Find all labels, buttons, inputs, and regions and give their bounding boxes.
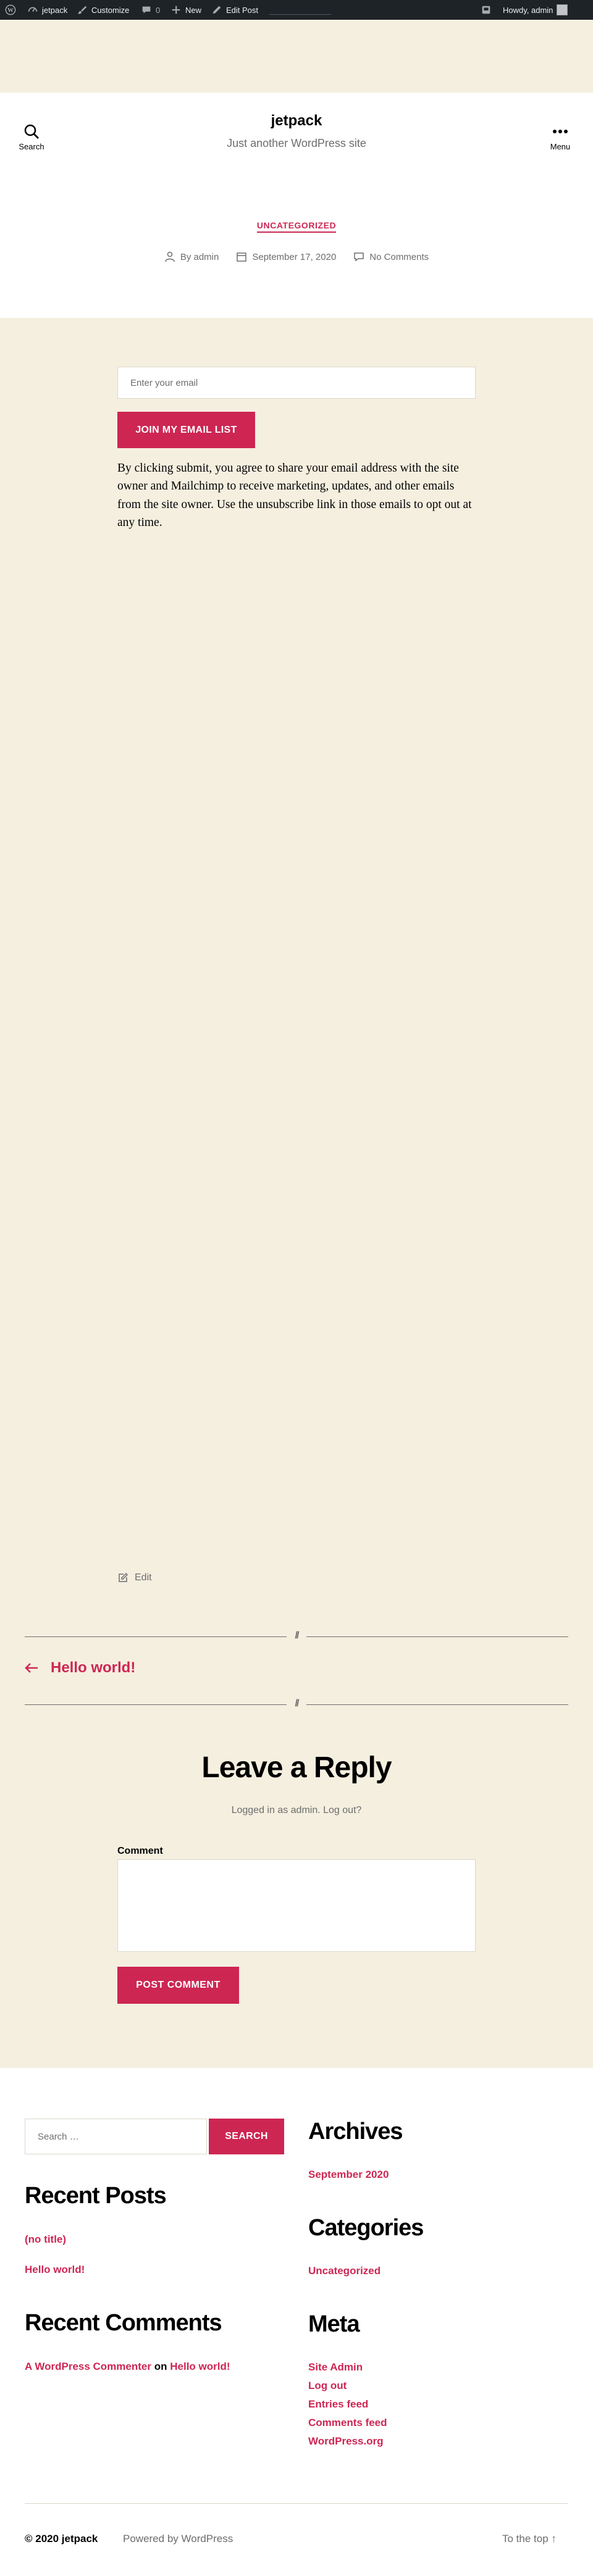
logged-in-text[interactable]: Logged in as admin. Log out? xyxy=(0,1805,593,1816)
meta-entries-feed-link[interactable]: Entries feed xyxy=(308,2398,368,2411)
admin-bar-edit-post[interactable]: Edit Post xyxy=(211,0,258,20)
customize-label: Customize xyxy=(91,5,130,15)
edit-post-label: Edit Post xyxy=(226,5,259,15)
meta-title: Meta xyxy=(308,2311,360,2337)
comment-author-link[interactable]: A WordPress Commenter xyxy=(25,2361,151,2372)
admin-bar-search-field[interactable] xyxy=(269,6,331,15)
meta-log-out-link[interactable]: Log out xyxy=(308,2380,347,2392)
post-comments-label: No Comments xyxy=(369,251,429,262)
recent-comments-title: Recent Comments xyxy=(25,2310,222,2336)
arrow-left-icon xyxy=(25,1663,38,1673)
admin-bar-notifications[interactable] xyxy=(481,0,492,20)
site-name-label: jetpack xyxy=(42,5,68,15)
post-meta: By admin September 17, 2020 No Comments xyxy=(0,251,593,262)
separator-mark: // xyxy=(287,1698,306,1709)
comment-icon xyxy=(354,252,364,262)
footer-search-button[interactable]: SEARCH xyxy=(209,2119,284,2154)
admin-bar-customize[interactable]: Customize xyxy=(77,0,129,20)
menu-toggle-label: Menu xyxy=(550,142,571,151)
wordpress-logo-icon[interactable]: W xyxy=(5,0,16,20)
archive-link[interactable]: September 2020 xyxy=(308,2169,389,2181)
meta-wordpress-org-link[interactable]: WordPress.org xyxy=(308,2435,384,2448)
meta-comments-feed-link[interactable]: Comments feed xyxy=(308,2417,387,2429)
menu-toggle[interactable]: Menu xyxy=(539,123,582,151)
admin-bar-comments[interactable]: 0 xyxy=(141,0,160,20)
footer-divider xyxy=(25,2503,568,2504)
post-author-label: By admin xyxy=(180,251,219,262)
post-date-label: September 17, 2020 xyxy=(252,251,337,262)
recent-posts-title: Recent Posts xyxy=(25,2183,167,2209)
avatar xyxy=(557,4,568,15)
edit-icon xyxy=(119,1572,128,1582)
comments-count: 0 xyxy=(156,5,161,15)
post-date[interactable]: September 17, 2020 xyxy=(236,251,336,262)
admin-bar: W jetpack Customize 0 New Edit Post Howd… xyxy=(0,0,593,20)
categories-title: Categories xyxy=(308,2215,424,2241)
brush-icon xyxy=(77,6,87,14)
to-the-top-link[interactable]: To the top ↑ xyxy=(502,2533,557,2545)
new-label: New xyxy=(185,5,202,15)
reply-title: Leave a Reply xyxy=(201,1751,392,1784)
plus-icon xyxy=(172,6,180,14)
previous-post-title: Hello world! xyxy=(51,1659,136,1676)
comment-post-link[interactable]: Hello world! xyxy=(170,2361,230,2372)
recent-post-link[interactable]: Hello world! xyxy=(25,2264,85,2276)
person-icon xyxy=(165,251,175,262)
site-description: Just another WordPress site xyxy=(227,137,366,149)
admin-bar-account[interactable]: Howdy, admin xyxy=(503,0,568,20)
comment-label: Comment xyxy=(117,1846,163,1856)
category-link[interactable]: UNCATEGORIZED xyxy=(0,220,593,233)
post-comment-button[interactable]: POST COMMENT xyxy=(117,1967,239,2004)
copyright[interactable]: © 2020 jetpack xyxy=(25,2533,98,2545)
post-comments-link[interactable]: No Comments xyxy=(353,251,429,262)
notifications-icon xyxy=(482,6,490,14)
site-title[interactable]: jetpack xyxy=(0,112,593,130)
join-email-list-button[interactable]: JOIN MY EMAIL LIST xyxy=(117,412,255,448)
svg-text:W: W xyxy=(7,7,14,14)
dashboard-icon xyxy=(28,7,38,12)
category-widget-link[interactable]: Uncategorized xyxy=(308,2265,381,2277)
comment-textarea[interactable] xyxy=(117,1859,476,1952)
comment-bubble-icon xyxy=(142,6,151,14)
archives-title: Archives xyxy=(308,2119,403,2145)
calendar-icon xyxy=(237,252,247,262)
category-label: UNCATEGORIZED xyxy=(256,220,337,233)
admin-bar-new[interactable]: New xyxy=(170,0,201,20)
menu-dots-icon xyxy=(553,130,568,133)
admin-bar-site-name[interactable]: jetpack xyxy=(27,0,67,20)
powered-by-link[interactable]: Powered by WordPress xyxy=(123,2533,233,2545)
email-field[interactable]: Enter your email xyxy=(117,367,476,399)
post-author[interactable]: By admin xyxy=(164,251,219,262)
edit-label: Edit xyxy=(135,1572,152,1583)
footer-search-input[interactable]: Search … xyxy=(25,2119,207,2154)
recent-comment-item: A WordPress Commenter on Hello world! xyxy=(25,2361,230,2373)
previous-post-link[interactable]: Hello world! xyxy=(25,1659,135,1677)
howdy-label: Howdy, admin xyxy=(503,5,553,15)
separator-mark: // xyxy=(287,1630,306,1641)
edit-post-link[interactable]: Edit xyxy=(117,1572,152,1583)
meta-site-admin-link[interactable]: Site Admin xyxy=(308,2361,363,2374)
comment-on-text: on xyxy=(154,2361,167,2372)
consent-text: By clicking submit, you agree to share y… xyxy=(117,462,472,529)
recent-post-link[interactable]: (no title) xyxy=(25,2233,66,2246)
pencil-icon xyxy=(212,6,221,14)
